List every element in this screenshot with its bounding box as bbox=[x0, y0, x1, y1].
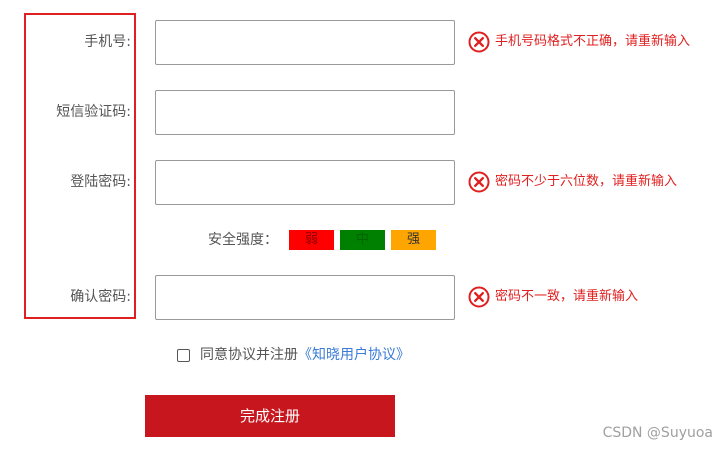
confirm-password-label: 确认密码: bbox=[70, 289, 131, 305]
phone-input[interactable] bbox=[155, 20, 455, 65]
label-highlight-frame bbox=[24, 13, 136, 319]
strength-medium-text: 中 bbox=[355, 232, 369, 247]
sms-code-input[interactable] bbox=[155, 90, 455, 135]
strength-label: 安全强度： bbox=[208, 232, 278, 248]
phone-error: 手机号码格式不正确，请重新输入 bbox=[468, 31, 690, 53]
agreement-link[interactable]: 《知晓用户协议》 bbox=[298, 346, 410, 364]
password-label: 登陆密码: bbox=[70, 174, 131, 190]
strength-strong-text: 强 bbox=[406, 232, 420, 247]
confirm-password-error: 密码不一致，请重新输入 bbox=[468, 286, 638, 308]
strength-weak-text: 弱 bbox=[304, 232, 318, 247]
x-circle-icon bbox=[468, 286, 490, 308]
confirm-password-input[interactable] bbox=[155, 275, 455, 320]
password-error: 密码不少于六位数，请重新输入 bbox=[468, 171, 677, 193]
sms-code-label: 短信验证码: bbox=[56, 104, 131, 120]
x-circle-icon bbox=[468, 31, 490, 53]
strength-weak: 弱 bbox=[289, 230, 334, 250]
agreement-text: 同意协议并注册 bbox=[200, 347, 298, 363]
register-button[interactable]: 完成注册 bbox=[145, 395, 395, 437]
phone-error-text: 手机号码格式不正确，请重新输入 bbox=[495, 34, 691, 49]
password-error-text: 密码不少于六位数，请重新输入 bbox=[495, 174, 678, 189]
strength-medium: 中 bbox=[340, 230, 385, 250]
watermark: CSDN @Suyuoa bbox=[602, 425, 713, 441]
agreement-checkbox[interactable] bbox=[177, 348, 190, 362]
confirm-password-error-text: 密码不一致，请重新输入 bbox=[495, 289, 639, 304]
password-input[interactable] bbox=[155, 160, 455, 205]
x-circle-icon bbox=[468, 171, 490, 193]
phone-label: 手机号: bbox=[84, 34, 131, 50]
agreement-row: 同意协议并注册 《知晓用户协议》 bbox=[177, 346, 410, 364]
strength-strong: 强 bbox=[391, 230, 436, 250]
